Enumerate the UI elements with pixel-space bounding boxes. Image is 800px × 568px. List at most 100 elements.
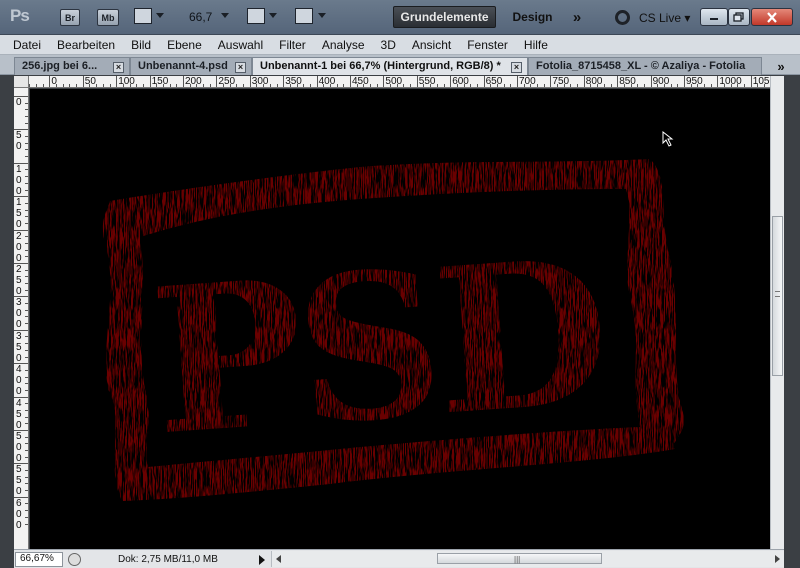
menu-ansicht[interactable]: Ansicht — [412, 38, 451, 52]
ruler-label: 550 — [418, 76, 436, 87]
cs-live-menu[interactable]: CS Live ▾ — [639, 11, 690, 25]
ruler-label: 850 — [619, 76, 636, 87]
ruler-minor-tick — [25, 523, 28, 525]
screen-mode-icon[interactable] — [295, 8, 313, 24]
menu-bearbeiten[interactable]: Bearbeiten — [57, 38, 115, 52]
view-extras-icon[interactable] — [134, 8, 152, 24]
panels-edge — [784, 75, 800, 568]
scroll-left-icon[interactable] — [276, 555, 281, 563]
ruler-minor-tick — [25, 269, 28, 271]
menu-hilfe[interactable]: Hilfe — [524, 38, 548, 52]
menu-filter[interactable]: Filter — [279, 38, 306, 52]
menu-bild[interactable]: Bild — [131, 38, 151, 52]
tab-close-icon[interactable]: × — [511, 62, 522, 73]
chevron-down-icon[interactable] — [269, 13, 277, 18]
menu-3d[interactable]: 3D — [381, 38, 396, 52]
ruler-tick — [149, 76, 151, 87]
ruler-tick — [750, 76, 752, 87]
ruler-minor-tick — [25, 256, 28, 258]
tab-close-icon[interactable]: × — [113, 62, 124, 73]
ruler-minor-tick — [603, 84, 605, 87]
vertical-scrollbar[interactable] — [770, 76, 784, 549]
restore-button[interactable] — [728, 8, 750, 26]
stamp-text: PSD — [145, 215, 611, 481]
tab-close-icon[interactable]: × — [235, 62, 246, 73]
ruler-minor-tick — [25, 450, 28, 452]
ruler-minor-tick — [470, 84, 472, 87]
ruler-label: 700 — [519, 76, 536, 87]
ruler-minor-tick — [757, 84, 759, 87]
ruler-tick — [483, 76, 485, 87]
ruler-minor-tick — [363, 84, 365, 87]
vertical-scroll-thumb[interactable] — [772, 216, 783, 376]
chevron-down-icon[interactable] — [221, 13, 229, 18]
ruler-minor-tick — [25, 289, 28, 291]
ruler-minor-tick — [256, 84, 258, 87]
ruler-minor-tick — [296, 84, 298, 87]
tab-unbenannt-4[interactable]: Unbenannt-4.psd × — [130, 57, 252, 75]
stamp-group: PSD — [102, 159, 684, 501]
tab-fotolia[interactable]: Fotolia_8715458_XL - © Azaliya - Fotolia — [528, 57, 762, 75]
document-canvas[interactable]: PSD — [30, 89, 770, 549]
ruler-minor-tick — [25, 416, 28, 418]
cs-live-icon[interactable] — [615, 10, 630, 25]
ruler-minor-tick — [25, 436, 28, 438]
ruler-label: 200 — [16, 230, 22, 264]
horizontal-scroll-thumb[interactable]: ||| — [437, 553, 602, 564]
status-menu-arrow-icon[interactable] — [259, 555, 265, 565]
menu-fenster[interactable]: Fenster — [467, 38, 508, 52]
chevron-down-icon[interactable] — [156, 13, 164, 18]
ruler-minor-tick — [25, 182, 28, 184]
ruler-tick — [116, 76, 118, 87]
ruler-minor-tick — [29, 84, 31, 87]
tab-unbenannt-1[interactable]: Unbenannt-1 bei 66,7% (Hintergrund, RGB/… — [252, 57, 528, 75]
ruler-minor-tick — [597, 84, 599, 87]
ruler-origin[interactable] — [14, 76, 29, 88]
tabs-overflow-button[interactable]: » — [762, 57, 800, 75]
ruler-label: 150 — [151, 76, 169, 87]
horizontal-scrollbar[interactable]: ||| — [271, 551, 784, 567]
vertical-ruler[interactable]: 0 50 100150200250300350400450500550600 — [14, 88, 29, 549]
chevron-down-icon[interactable] — [318, 13, 326, 18]
zoom-level[interactable]: 66,7 — [189, 10, 212, 24]
minimize-icon — [710, 18, 718, 20]
ruler-minor-tick — [289, 84, 291, 87]
close-button[interactable] — [751, 8, 793, 26]
ruler-minor-tick — [25, 349, 28, 351]
ruler-tick — [216, 76, 218, 87]
ruler-minor-tick — [25, 369, 28, 371]
ruler-minor-tick — [25, 249, 28, 251]
menu-analyse[interactable]: Analyse — [322, 38, 365, 52]
zoom-field[interactable]: 66,67% — [15, 552, 63, 567]
ruler-label: 350 — [16, 330, 22, 364]
ruler-minor-tick — [96, 84, 98, 87]
workspace-design-button[interactable]: Design — [505, 6, 560, 28]
ruler-label: 450 — [16, 397, 22, 431]
horizontal-ruler[interactable]: 5005010015020025030035040045050055060065… — [14, 76, 770, 88]
ruler-minor-tick — [309, 84, 311, 87]
status-info-icon[interactable] — [68, 553, 81, 566]
menu-auswahl[interactable]: Auswahl — [218, 38, 263, 52]
menu-ebene[interactable]: Ebene — [167, 38, 202, 52]
workspace-more-button[interactable]: » — [566, 6, 588, 28]
ruler-minor-tick — [443, 84, 445, 87]
minimize-button[interactable] — [700, 8, 728, 26]
ruler-minor-tick — [243, 84, 245, 87]
ruler-minor-tick — [129, 84, 131, 87]
mini-bridge-button[interactable]: Mb — [97, 9, 119, 26]
ruler-tick — [450, 76, 452, 87]
ruler-minor-tick — [557, 84, 559, 87]
arrange-documents-icon[interactable] — [247, 8, 265, 24]
ruler-minor-tick — [25, 169, 28, 171]
ruler-label: 200 — [185, 76, 202, 87]
ruler-label: 250 — [16, 264, 22, 297]
ruler-label: 500 — [16, 431, 22, 464]
ruler-minor-tick — [376, 84, 378, 87]
ruler-minor-tick — [704, 84, 706, 87]
workspace-essentials-button[interactable]: Grundelemente — [393, 6, 496, 28]
ruler-label: 800 — [585, 76, 603, 87]
bridge-button[interactable]: Br — [60, 9, 80, 26]
tab-256-jpg[interactable]: 256.jpg bei 6... × — [14, 57, 130, 75]
menu-datei[interactable]: Datei — [13, 38, 41, 52]
scroll-right-icon[interactable] — [775, 555, 780, 563]
